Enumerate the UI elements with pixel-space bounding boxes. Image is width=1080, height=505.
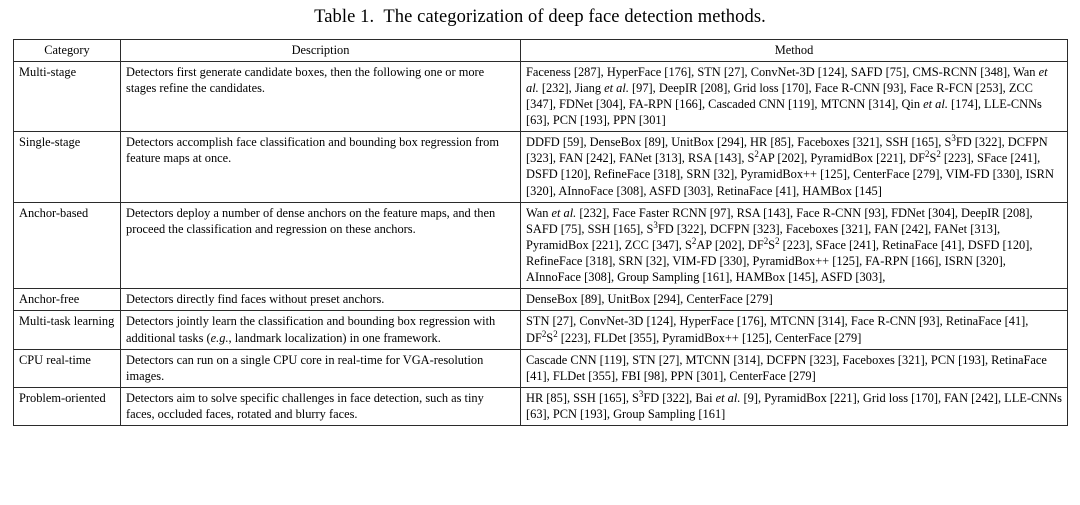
cell-description: Detectors aim to solve specific challeng… — [120, 386, 521, 427]
page-root: Table 1. The categorization of deep face… — [0, 0, 1080, 505]
table-caption: Table 1. The categorization of deep face… — [314, 7, 766, 27]
cell-category: Single-stage — [13, 131, 121, 203]
column-header-category: Category — [13, 38, 121, 62]
table-row: CPU real-time Detectors can run on a sin… — [13, 348, 1068, 388]
cell-method: STN [27], ConvNet-3D [124], HyperFace [1… — [520, 310, 1068, 350]
column-header-description: Description — [120, 38, 521, 62]
cell-description: Detectors deploy a number of dense ancho… — [120, 201, 521, 290]
cell-method: DenseBox [89], UnitBox [294], CenterFace… — [520, 288, 1068, 312]
cell-category: Anchor-free — [13, 288, 121, 312]
cell-method: HR [85], SSH [165], S3FD [322], Bai et a… — [520, 386, 1068, 427]
table-container: Category Description Method Multi-stage … — [13, 38, 1068, 427]
categorization-table: Category Description Method Multi-stage … — [13, 38, 1068, 427]
table-row: Anchor-based Detectors deploy a number o… — [13, 201, 1068, 290]
cell-category: Multi-stage — [13, 60, 121, 133]
cell-method: Cascade CNN [119], STN [27], MTCNN [314]… — [520, 348, 1068, 388]
table-header-row: Category Description Method — [13, 38, 1068, 62]
cell-method: Wan et al. [232], Face Faster RCNN [97],… — [520, 201, 1068, 290]
cell-category: Anchor-based — [13, 201, 121, 290]
table-row: Anchor-free Detectors directly find face… — [13, 288, 1068, 312]
table-row: Problem-oriented Detectors aim to solve … — [13, 386, 1068, 427]
cell-category: Problem-oriented — [13, 386, 121, 427]
cell-method: DDFD [59], DenseBox [89], UnitBox [294],… — [520, 131, 1068, 203]
table-row: Multi-stage Detectors first generate can… — [13, 60, 1068, 133]
cell-description: Detectors first generate candidate boxes… — [120, 60, 521, 133]
table-row: Multi-task learning Detectors jointly le… — [13, 310, 1068, 350]
cell-description: Detectors jointly learn the classificati… — [120, 310, 521, 350]
cell-category: CPU real-time — [13, 348, 121, 388]
column-header-method: Method — [520, 38, 1068, 62]
cell-description: Detectors can run on a single CPU core i… — [120, 348, 521, 388]
cell-method: Faceness [287], HyperFace [176], STN [27… — [520, 60, 1068, 133]
table-row: Single-stage Detectors accomplish face c… — [13, 131, 1068, 203]
cell-category: Multi-task learning — [13, 310, 121, 350]
cell-description: Detectors accomplish face classification… — [120, 131, 521, 203]
cell-description: Detectors directly find faces without pr… — [120, 288, 521, 312]
